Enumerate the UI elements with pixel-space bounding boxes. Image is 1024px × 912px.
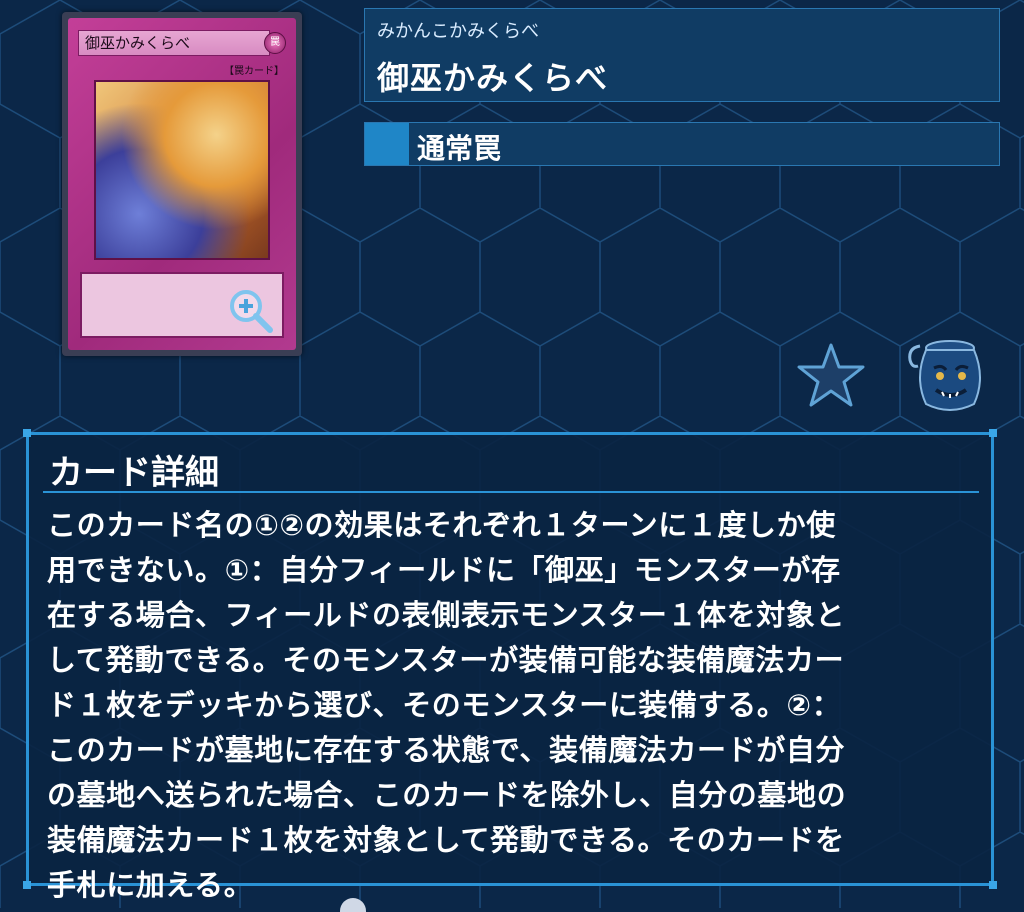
card-title-panel: みかんこかみくらべ 御巫かみくらべ [364,8,1000,102]
card-reading: みかんこかみくらべ [377,21,539,42]
card-thumbnail[interactable]: 御巫かみくらべ 罠 【罠カード】 [62,12,302,356]
card-effect-text: このカード名の①②の効果はそれぞれ１ターンに１度しか使 用できない。①：自分フィ… [47,508,847,902]
star-icon[interactable] [796,342,866,408]
card-type-label: 通常罠 [417,132,502,165]
card-type-panel: 通常罠 [364,122,1000,166]
panel-corner [23,429,31,437]
card-name: 御巫かみくらべ [377,59,609,97]
panel-corner [23,881,31,889]
zoom-in-icon[interactable] [228,288,274,334]
card-details-panel: カード詳細 このカード名の①②の効果はそれぞれ１ターンに１度しか使 用できない。… [23,429,997,902]
card-details-heading: カード詳細 [49,453,219,493]
trap-attribute-icon: 罠 [264,32,286,54]
card-artwork [94,80,270,260]
card-face: 御巫かみくらべ 罠 【罠カード】 [68,18,296,350]
card-thumbnail-name: 御巫かみくらべ [78,30,270,56]
card-thumbnail-type: 【罠カード】 [224,66,284,77]
divider [43,491,979,493]
card-type-swatch [365,123,409,165]
panel-corner [989,429,997,437]
panel-corner [989,881,997,889]
pot-of-desires-icon[interactable] [904,338,988,414]
